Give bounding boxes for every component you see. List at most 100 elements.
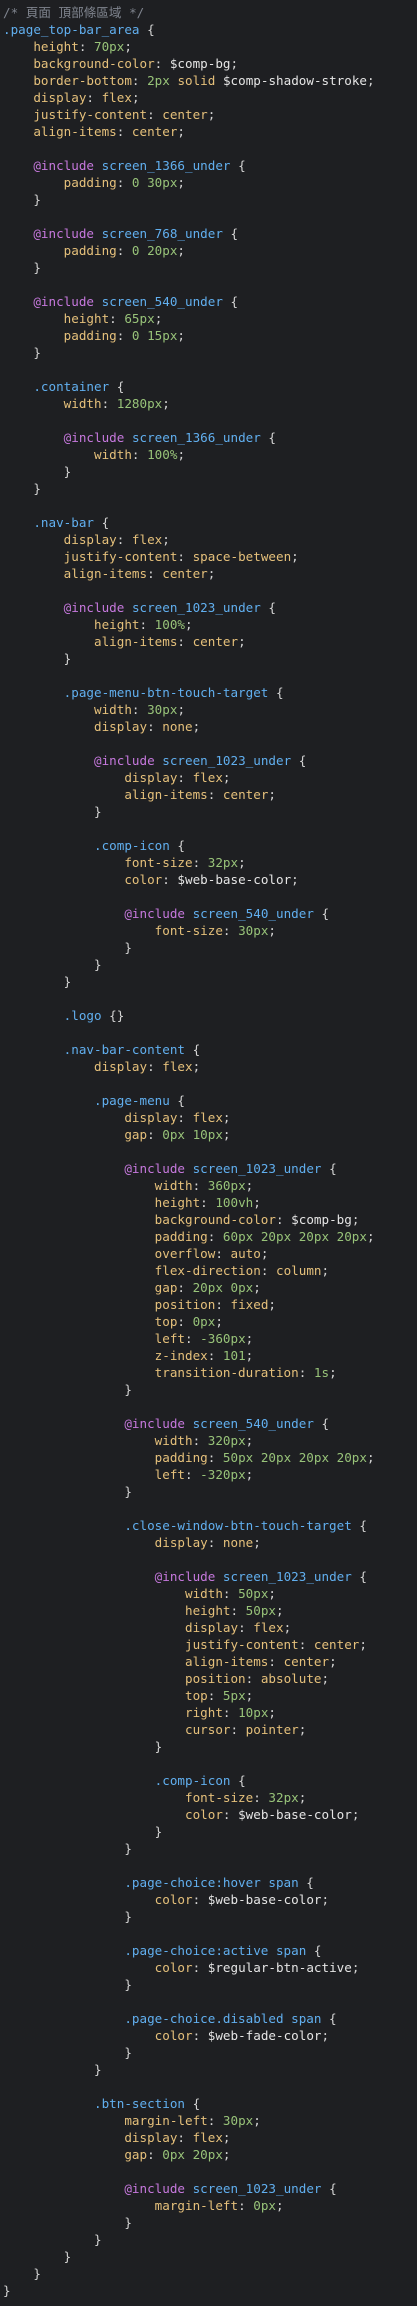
code-line[interactable]: }	[0, 1381, 417, 1398]
code-line[interactable]: .comp-icon {	[0, 837, 417, 854]
code-line[interactable]: @include screen_1023_under {	[0, 1568, 417, 1585]
code-line[interactable]	[0, 1143, 417, 1160]
code-line[interactable]	[0, 361, 417, 378]
code-line[interactable]: .page-menu-btn-touch-target {	[0, 684, 417, 701]
code-line[interactable]: }	[0, 1976, 417, 1993]
code-line[interactable]: flex-direction: column;	[0, 1262, 417, 1279]
code-line[interactable]: .page-choice:active span {	[0, 1942, 417, 1959]
code-line[interactable]	[0, 1551, 417, 1568]
code-line[interactable]: left: -320px;	[0, 1466, 417, 1483]
code-line[interactable]: padding: 0 15px;	[0, 327, 417, 344]
code-line[interactable]: position: absolute;	[0, 1670, 417, 1687]
code-line[interactable]	[0, 1993, 417, 2010]
code-line[interactable]: @include screen_540_under {	[0, 905, 417, 922]
code-line[interactable]: padding: 0 30px;	[0, 174, 417, 191]
code-line[interactable]: .btn-section {	[0, 2095, 417, 2112]
code-line[interactable]: padding: 0 20px;	[0, 242, 417, 259]
code-line[interactable]: height: 100%;	[0, 616, 417, 633]
code-line[interactable]: display: none;	[0, 1534, 417, 1551]
code-editor[interactable]: /* 頁面 頂部條區域 */.page_top-bar_area { heigh…	[0, 0, 417, 2306]
code-line[interactable]	[0, 208, 417, 225]
code-line[interactable]	[0, 2163, 417, 2180]
code-line[interactable]: .nav-bar-content {	[0, 1041, 417, 1058]
code-line[interactable]: margin-left: 0px;	[0, 2197, 417, 2214]
code-line[interactable]: }	[0, 956, 417, 973]
code-line[interactable]: background-color: $comp-bg;	[0, 1211, 417, 1228]
code-line[interactable]: .page-menu {	[0, 1092, 417, 1109]
code-line[interactable]: @include screen_768_under {	[0, 225, 417, 242]
code-line[interactable]: padding: 50px 20px 20px 20px;	[0, 1449, 417, 1466]
code-line[interactable]: }	[0, 480, 417, 497]
code-line[interactable]: }	[0, 2214, 417, 2231]
code-line[interactable]	[0, 276, 417, 293]
code-line[interactable]: }	[0, 259, 417, 276]
code-line[interactable]: display: flex;	[0, 2129, 417, 2146]
code-line[interactable]	[0, 1075, 417, 1092]
code-line[interactable]: color: $web-fade-color;	[0, 2027, 417, 2044]
code-line[interactable]: }	[0, 1483, 417, 1500]
code-line[interactable]: display: flex;	[0, 531, 417, 548]
code-line[interactable]: gap: 0px 20px;	[0, 2146, 417, 2163]
code-line[interactable]: height: 65px;	[0, 310, 417, 327]
code-line[interactable]: width: 1280px;	[0, 395, 417, 412]
code-line[interactable]: .page-choice:hover span {	[0, 1874, 417, 1891]
code-line[interactable]: width: 360px;	[0, 1177, 417, 1194]
code-line[interactable]: @include screen_1023_under {	[0, 599, 417, 616]
code-line[interactable]: }	[0, 344, 417, 361]
code-line[interactable]: @include screen_540_under {	[0, 1415, 417, 1432]
code-line[interactable]: align-items: center;	[0, 1653, 417, 1670]
code-line[interactable]: }	[0, 1823, 417, 1840]
code-line[interactable]	[0, 1024, 417, 1041]
code-line[interactable]: font-size: 30px;	[0, 922, 417, 939]
code-line[interactable]: padding: 60px 20px 20px 20px;	[0, 1228, 417, 1245]
code-line[interactable]: }	[0, 1908, 417, 1925]
code-line[interactable]: }	[0, 2248, 417, 2265]
code-line[interactable]: }	[0, 939, 417, 956]
code-line[interactable]	[0, 735, 417, 752]
code-line[interactable]: @include screen_540_under {	[0, 293, 417, 310]
code-line[interactable]: gap: 20px 0px;	[0, 1279, 417, 1296]
code-line[interactable]: top: 0px;	[0, 1313, 417, 1330]
code-line[interactable]: width: 50px;	[0, 1585, 417, 1602]
code-line[interactable]: z-index: 101;	[0, 1347, 417, 1364]
code-line[interactable]: @include screen_1366_under {	[0, 157, 417, 174]
code-line[interactable]: display: flex;	[0, 89, 417, 106]
code-line[interactable]: border-bottom: 2px solid $comp-shadow-st…	[0, 72, 417, 89]
code-line[interactable]: .page_top-bar_area {	[0, 21, 417, 38]
code-line[interactable]	[0, 412, 417, 429]
code-line[interactable]: font-size: 32px;	[0, 854, 417, 871]
code-line[interactable]: @include screen_1023_under {	[0, 1160, 417, 1177]
code-line[interactable]: color: $regular-btn-active;	[0, 1959, 417, 1976]
code-line[interactable]: margin-left: 30px;	[0, 2112, 417, 2129]
code-line[interactable]: font-size: 32px;	[0, 1789, 417, 1806]
code-line[interactable]: }	[0, 1738, 417, 1755]
code-line[interactable]: width: 30px;	[0, 701, 417, 718]
code-line[interactable]: }	[0, 191, 417, 208]
code-line[interactable]: gap: 0px 10px;	[0, 1126, 417, 1143]
code-line[interactable]: display: flex;	[0, 1058, 417, 1075]
code-line[interactable]	[0, 990, 417, 1007]
code-line[interactable]: display: none;	[0, 718, 417, 735]
code-line[interactable]: position: fixed;	[0, 1296, 417, 1313]
code-line[interactable]	[0, 1398, 417, 1415]
code-line[interactable]: align-items: center;	[0, 786, 417, 803]
code-line[interactable]: align-items: center;	[0, 565, 417, 582]
code-line[interactable]: height: 50px;	[0, 1602, 417, 1619]
code-line[interactable]	[0, 1857, 417, 1874]
code-line[interactable]	[0, 497, 417, 514]
code-line[interactable]: @include screen_1023_under {	[0, 2180, 417, 2197]
code-line[interactable]: background-color: $comp-bg;	[0, 55, 417, 72]
code-line[interactable]: .comp-icon {	[0, 1772, 417, 1789]
code-line[interactable]: }	[0, 973, 417, 990]
code-line[interactable]: }	[0, 2044, 417, 2061]
code-line[interactable]: right: 10px;	[0, 1704, 417, 1721]
code-line[interactable]: .nav-bar {	[0, 514, 417, 531]
code-line[interactable]	[0, 582, 417, 599]
code-line[interactable]: .close-window-btn-touch-target {	[0, 1517, 417, 1534]
code-line[interactable]: color: $web-base-color;	[0, 1891, 417, 1908]
code-line[interactable]	[0, 1925, 417, 1942]
code-line[interactable]: width: 100%;	[0, 446, 417, 463]
code-line[interactable]: width: 320px;	[0, 1432, 417, 1449]
code-line[interactable]: /* 頁面 頂部條區域 */	[0, 4, 417, 21]
code-line[interactable]: justify-content: space-between;	[0, 548, 417, 565]
